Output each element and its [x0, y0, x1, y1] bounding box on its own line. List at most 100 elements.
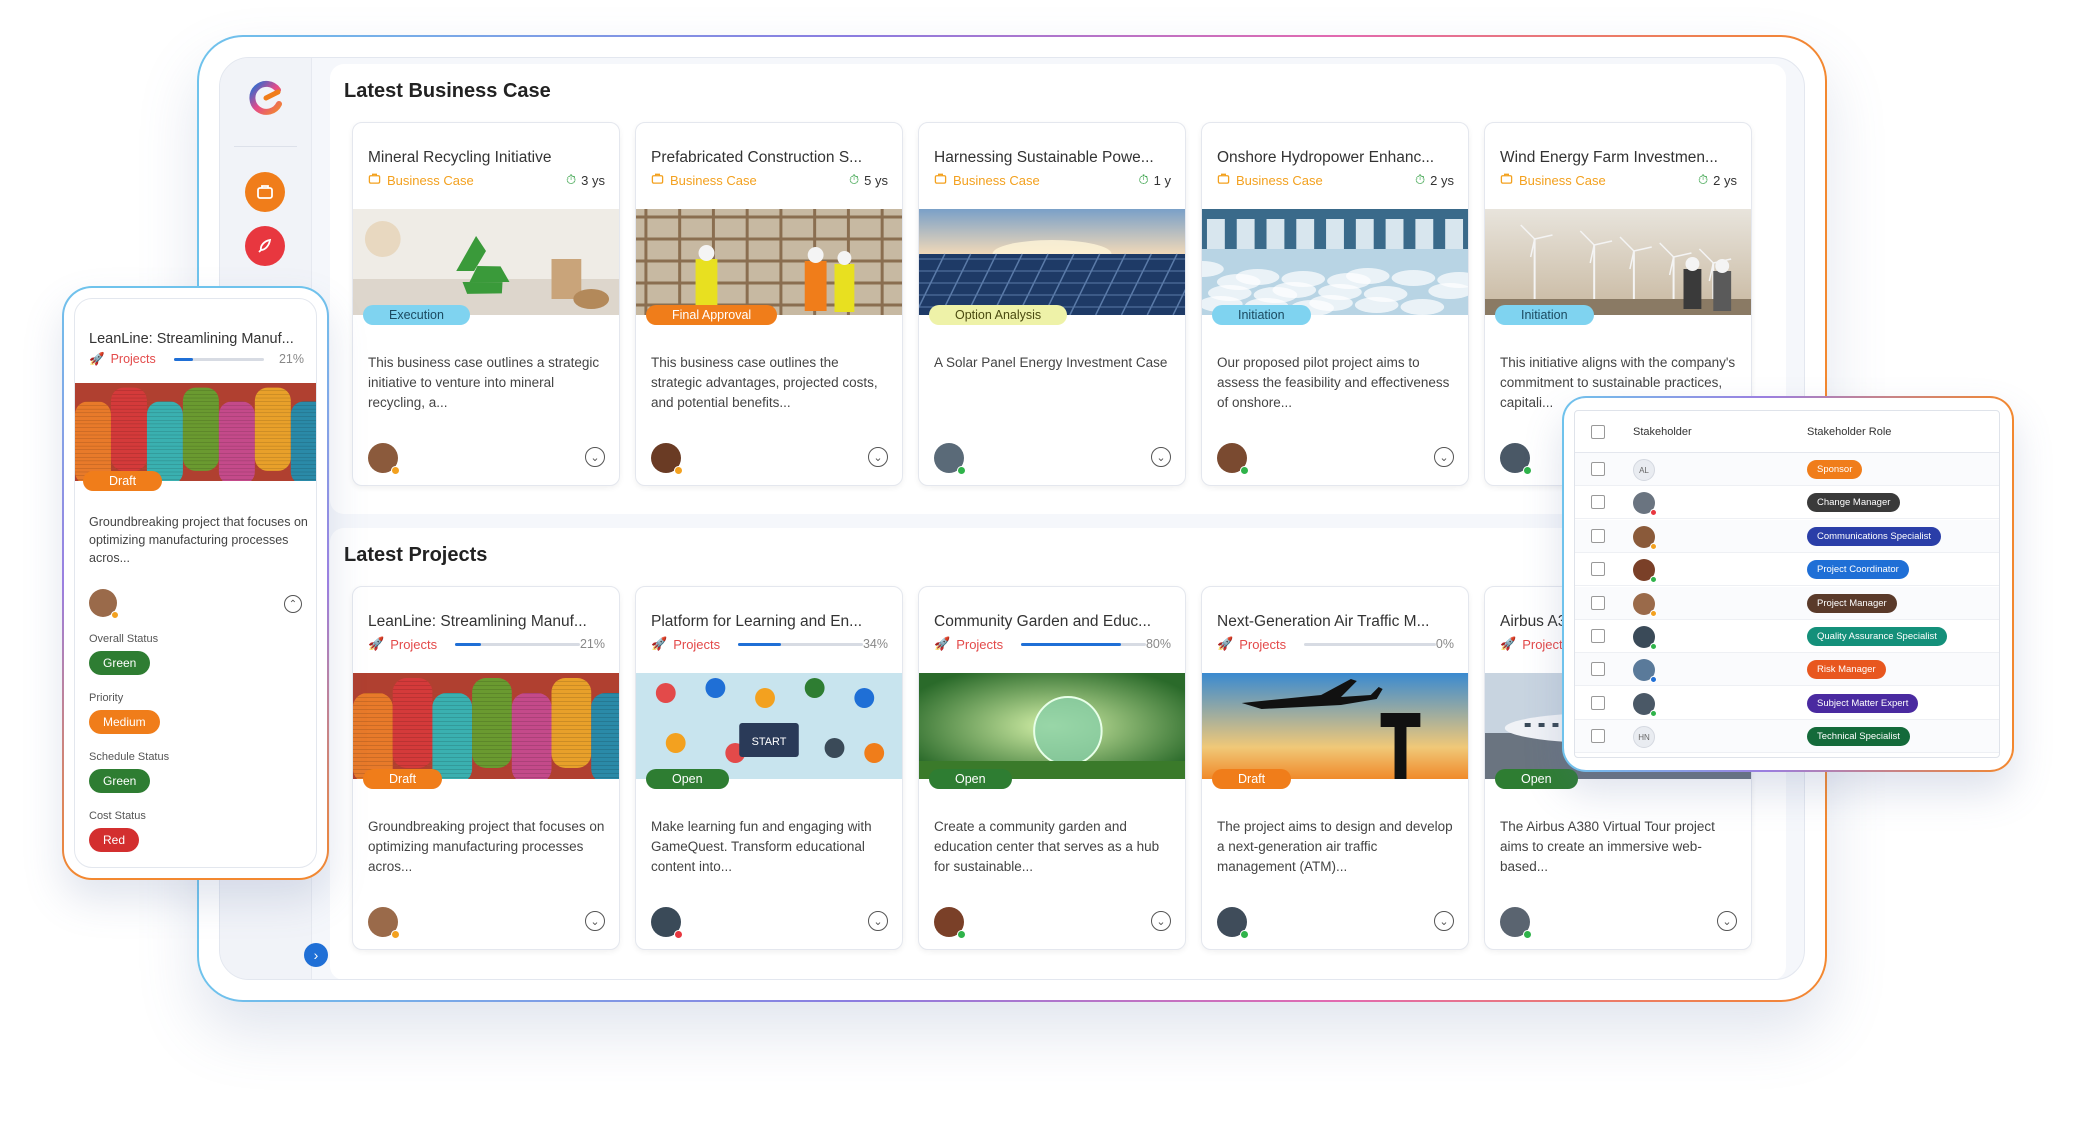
- chevron-up-icon[interactable]: ⌃: [284, 595, 302, 613]
- role-badge: Sponsor: [1807, 460, 1863, 479]
- status-badge: Green: [89, 769, 151, 793]
- business-case-type: Business Case: [651, 172, 757, 188]
- project-card[interactable]: Platform for Learning and En... 🚀 Project…: [635, 586, 903, 950]
- project-type: 🚀 Projects: [651, 636, 721, 652]
- briefcase-icon: [1500, 172, 1513, 188]
- row-checkbox[interactable]: [1591, 662, 1605, 677]
- avatar: [651, 443, 683, 475]
- table-row[interactable]: HN Technical Specialist: [1575, 720, 1999, 754]
- timer-icon: ⏱: [849, 172, 860, 187]
- chevron-down-icon[interactable]: ⌄: [1717, 911, 1737, 931]
- card-title: Community Garden and Educ...: [934, 613, 1152, 630]
- avatar: [934, 443, 966, 475]
- stage-badge: Initiation: [1212, 305, 1311, 325]
- business-case-card[interactable]: Prefabricated Construction S... Business…: [635, 122, 903, 486]
- rocket-icon: 🚀: [651, 636, 668, 651]
- progress-percent: 34%: [862, 637, 888, 651]
- stage-badge: Open: [1495, 769, 1578, 789]
- chevron-down-icon[interactable]: ⌄: [1434, 447, 1454, 467]
- table-row[interactable]: Project Manager: [1575, 586, 1999, 620]
- table-row[interactable]: Communications Specialist: [1575, 519, 1999, 553]
- card-title: Platform for Learning and En...: [651, 613, 863, 630]
- avatar: [1500, 907, 1532, 939]
- card-description: The Airbus A380 Virtual Tour project aim…: [1500, 819, 1715, 874]
- project-card[interactable]: LeanLine: Streamlining Manuf... 🚀 Project…: [352, 586, 620, 950]
- rocket-icon: 🚀: [934, 636, 951, 651]
- briefcase-icon: [934, 172, 947, 188]
- chevron-down-icon[interactable]: ⌄: [1151, 911, 1171, 931]
- row-checkbox[interactable]: [1591, 729, 1605, 744]
- hydro-image: [1202, 209, 1468, 315]
- progress-percent: 21%: [278, 352, 304, 366]
- age-label: ⏱ 2 ys: [1415, 172, 1454, 188]
- row-checkbox[interactable]: [1591, 695, 1605, 710]
- stage-badge: Final Approval: [646, 305, 778, 325]
- card-description: Groundbreaking project that focuses on o…: [368, 819, 605, 874]
- project-type: 🚀 Projects: [1217, 636, 1287, 652]
- rocket-icon: 🚀: [1217, 636, 1234, 651]
- role-badge: Change Manager: [1807, 493, 1901, 513]
- avatar: [1217, 907, 1249, 939]
- row-checkbox[interactable]: [1591, 528, 1605, 543]
- business-case-card[interactable]: Onshore Hydropower Enhanc... Business Ca…: [1201, 122, 1469, 486]
- avatar: [1633, 659, 1657, 684]
- table-row[interactable]: Risk Manager: [1575, 653, 1999, 687]
- chevron-down-icon[interactable]: ⌄: [868, 911, 888, 931]
- avatar: [1217, 443, 1249, 475]
- field-label: Cost Status: [89, 810, 146, 822]
- card-title: Wind Energy Farm Investmen...: [1500, 149, 1718, 166]
- business-case-card[interactable]: Mineral Recycling Initiative Business Ca…: [352, 122, 620, 486]
- card-description: A Solar Panel Energy Investment Case: [934, 355, 1168, 370]
- business-case-nav-icon[interactable]: [245, 172, 285, 212]
- table-row[interactable]: Subject Matter Expert: [1575, 687, 1999, 720]
- field-label: Overall Status: [89, 633, 159, 645]
- avatar: AL: [1633, 459, 1655, 481]
- progress-bar: [455, 642, 580, 646]
- business-case-type: Business Case: [1217, 172, 1323, 188]
- project-card[interactable]: Community Garden and Educ... 🚀 Projects 8…: [918, 586, 1186, 950]
- progress-percent: 21%: [579, 637, 605, 651]
- chevron-down-icon[interactable]: ⌄: [868, 447, 888, 467]
- section-title: Latest Projects: [344, 544, 488, 566]
- row-checkbox[interactable]: [1591, 462, 1605, 476]
- row-checkbox[interactable]: [1591, 595, 1605, 610]
- mobile-project-card[interactable]: LeanLine: Streamlining Manuf... 🚀 Projec…: [74, 298, 317, 868]
- timer-icon: ⏱: [1415, 172, 1426, 187]
- table-row[interactable]: Change Manager: [1575, 486, 1999, 520]
- chevron-down-icon[interactable]: ⌄: [1434, 911, 1454, 931]
- chevron-down-icon[interactable]: ⌄: [585, 447, 605, 467]
- progress-bar: [1304, 642, 1436, 646]
- business-case-card[interactable]: Harnessing Sustainable Powe... Business …: [918, 122, 1186, 486]
- avatar: [1633, 592, 1657, 617]
- table-row[interactable]: AL Sponsor: [1575, 453, 1999, 486]
- expand-sidebar-button[interactable]: ›: [304, 943, 328, 967]
- chevron-down-icon[interactable]: ⌄: [1151, 447, 1171, 467]
- row-checkbox[interactable]: [1591, 495, 1605, 510]
- avatar: [1633, 559, 1657, 584]
- chevron-down-icon[interactable]: ⌄: [585, 911, 605, 931]
- status-badge: Medium: [89, 710, 160, 734]
- avatar: [1633, 525, 1657, 550]
- select-all-checkbox[interactable]: [1591, 425, 1605, 439]
- field-label: Schedule Status: [89, 751, 170, 763]
- status-badge: Red: [89, 828, 140, 852]
- stage-badge: Execution: [363, 305, 470, 325]
- table-row[interactable]: Quality Assurance Specialist: [1575, 620, 1999, 653]
- card-title: Prefabricated Construction S...: [651, 149, 863, 166]
- project-description: Groundbreaking project that focuses on o…: [89, 515, 308, 565]
- age-label: ⏱ 5 ys: [849, 172, 888, 188]
- projects-nav-icon[interactable]: [245, 226, 285, 266]
- app-logo-icon[interactable]: [246, 78, 286, 118]
- table-row[interactable]: Project Coordinator: [1575, 553, 1999, 587]
- project-card[interactable]: Next-Generation Air Traffic M... 🚀 Projec…: [1201, 586, 1469, 950]
- row-checkbox[interactable]: [1591, 562, 1605, 577]
- briefcase-icon: [651, 172, 664, 188]
- learning-image: START: [636, 673, 902, 779]
- briefcase-icon: [1217, 172, 1230, 188]
- card-title: Mineral Recycling Initiative: [368, 149, 552, 166]
- row-checkbox[interactable]: [1591, 629, 1605, 643]
- construction-image: [636, 209, 902, 315]
- avatar: [1633, 692, 1657, 717]
- age-label: ⏱ 2 ys: [1698, 172, 1737, 188]
- stakeholder-panel: Stakeholder Stakeholder Role AL Sponsor …: [1562, 396, 2014, 772]
